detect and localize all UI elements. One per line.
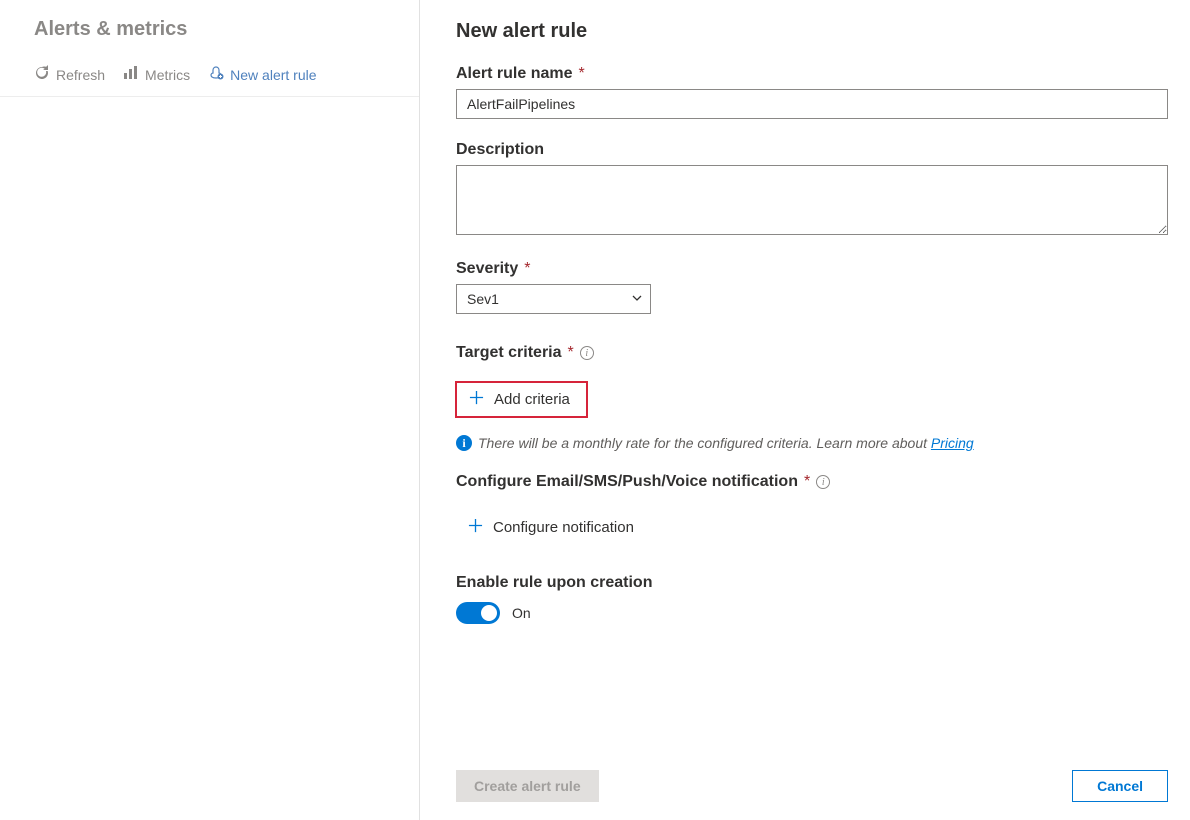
- left-panel: Alerts & metrics Refresh Metrics New ale…: [0, 0, 420, 820]
- configure-notification-label: Configure notification: [493, 519, 634, 536]
- severity-select-wrap: Sev1: [456, 284, 651, 314]
- enable-rule-state: On: [512, 605, 531, 621]
- add-criteria-label: Add criteria: [494, 391, 570, 408]
- left-panel-header: Alerts & metrics: [0, 0, 419, 45]
- severity-label: Severity *: [456, 260, 1168, 278]
- toggle-knob: [481, 605, 497, 621]
- label-text: Configure Email/SMS/Push/Voice notificat…: [456, 473, 798, 491]
- new-alert-rule-label: New alert rule: [230, 67, 316, 83]
- label-text: Severity: [456, 260, 518, 278]
- required-asterisk: *: [568, 344, 574, 362]
- bar-chart-icon: [123, 65, 139, 84]
- severity-select[interactable]: Sev1: [456, 284, 651, 314]
- info-icon[interactable]: i: [580, 346, 594, 360]
- enable-rule-label: Enable rule upon creation: [456, 574, 1168, 592]
- plus-icon: [469, 390, 484, 409]
- target-criteria-field: Target criteria * i Add criteria i There…: [456, 344, 1168, 451]
- refresh-label: Refresh: [56, 67, 105, 83]
- enable-rule-toggle[interactable]: [456, 602, 500, 624]
- alert-add-icon: [208, 65, 224, 84]
- pricing-note: i There will be a monthly rate for the c…: [456, 435, 1168, 451]
- target-criteria-label: Target criteria * i: [456, 344, 1168, 362]
- refresh-icon: [34, 65, 50, 84]
- required-asterisk: *: [804, 473, 810, 491]
- refresh-button[interactable]: Refresh: [34, 65, 105, 84]
- label-text: Description: [456, 141, 544, 159]
- new-alert-rule-button[interactable]: New alert rule: [208, 65, 316, 84]
- alert-rule-name-label: Alert rule name *: [456, 65, 1168, 83]
- severity-field: Severity * Sev1: [456, 260, 1168, 314]
- enable-rule-toggle-row: On: [456, 602, 1168, 624]
- description-input[interactable]: [456, 165, 1168, 235]
- metrics-label: Metrics: [145, 67, 190, 83]
- add-criteria-button[interactable]: Add criteria: [456, 382, 587, 417]
- metrics-button[interactable]: Metrics: [123, 65, 190, 84]
- info-icon[interactable]: i: [816, 475, 830, 489]
- required-asterisk: *: [524, 260, 530, 278]
- alert-rule-name-field: Alert rule name *: [456, 65, 1168, 119]
- notification-field: Configure Email/SMS/Push/Voice notificat…: [456, 473, 1168, 544]
- label-text: Alert rule name: [456, 65, 572, 83]
- footer: Create alert rule Cancel: [420, 756, 1190, 820]
- notification-label: Configure Email/SMS/Push/Voice notificat…: [456, 473, 1168, 491]
- right-panel: New alert rule Alert rule name * Descrip…: [420, 0, 1190, 820]
- left-panel-title: Alerts & metrics: [34, 18, 385, 41]
- required-asterisk: *: [578, 65, 584, 83]
- pricing-link[interactable]: Pricing: [931, 435, 974, 451]
- create-alert-rule-button[interactable]: Create alert rule: [456, 770, 599, 802]
- form-area: New alert rule Alert rule name * Descrip…: [420, 0, 1190, 756]
- pricing-note-text: There will be a monthly rate for the con…: [478, 435, 931, 451]
- plus-icon: [468, 518, 483, 537]
- description-field: Description: [456, 141, 1168, 238]
- description-label: Description: [456, 141, 1168, 159]
- left-toolbar: Refresh Metrics New alert rule: [0, 45, 419, 97]
- page-title: New alert rule: [456, 20, 1168, 43]
- info-badge-icon: i: [456, 435, 472, 451]
- cancel-button[interactable]: Cancel: [1072, 770, 1168, 802]
- enable-rule-field: Enable rule upon creation On: [456, 574, 1168, 624]
- label-text: Enable rule upon creation: [456, 574, 652, 592]
- label-text: Target criteria: [456, 344, 562, 362]
- configure-notification-button[interactable]: Configure notification: [456, 511, 646, 544]
- alert-rule-name-input[interactable]: [456, 89, 1168, 119]
